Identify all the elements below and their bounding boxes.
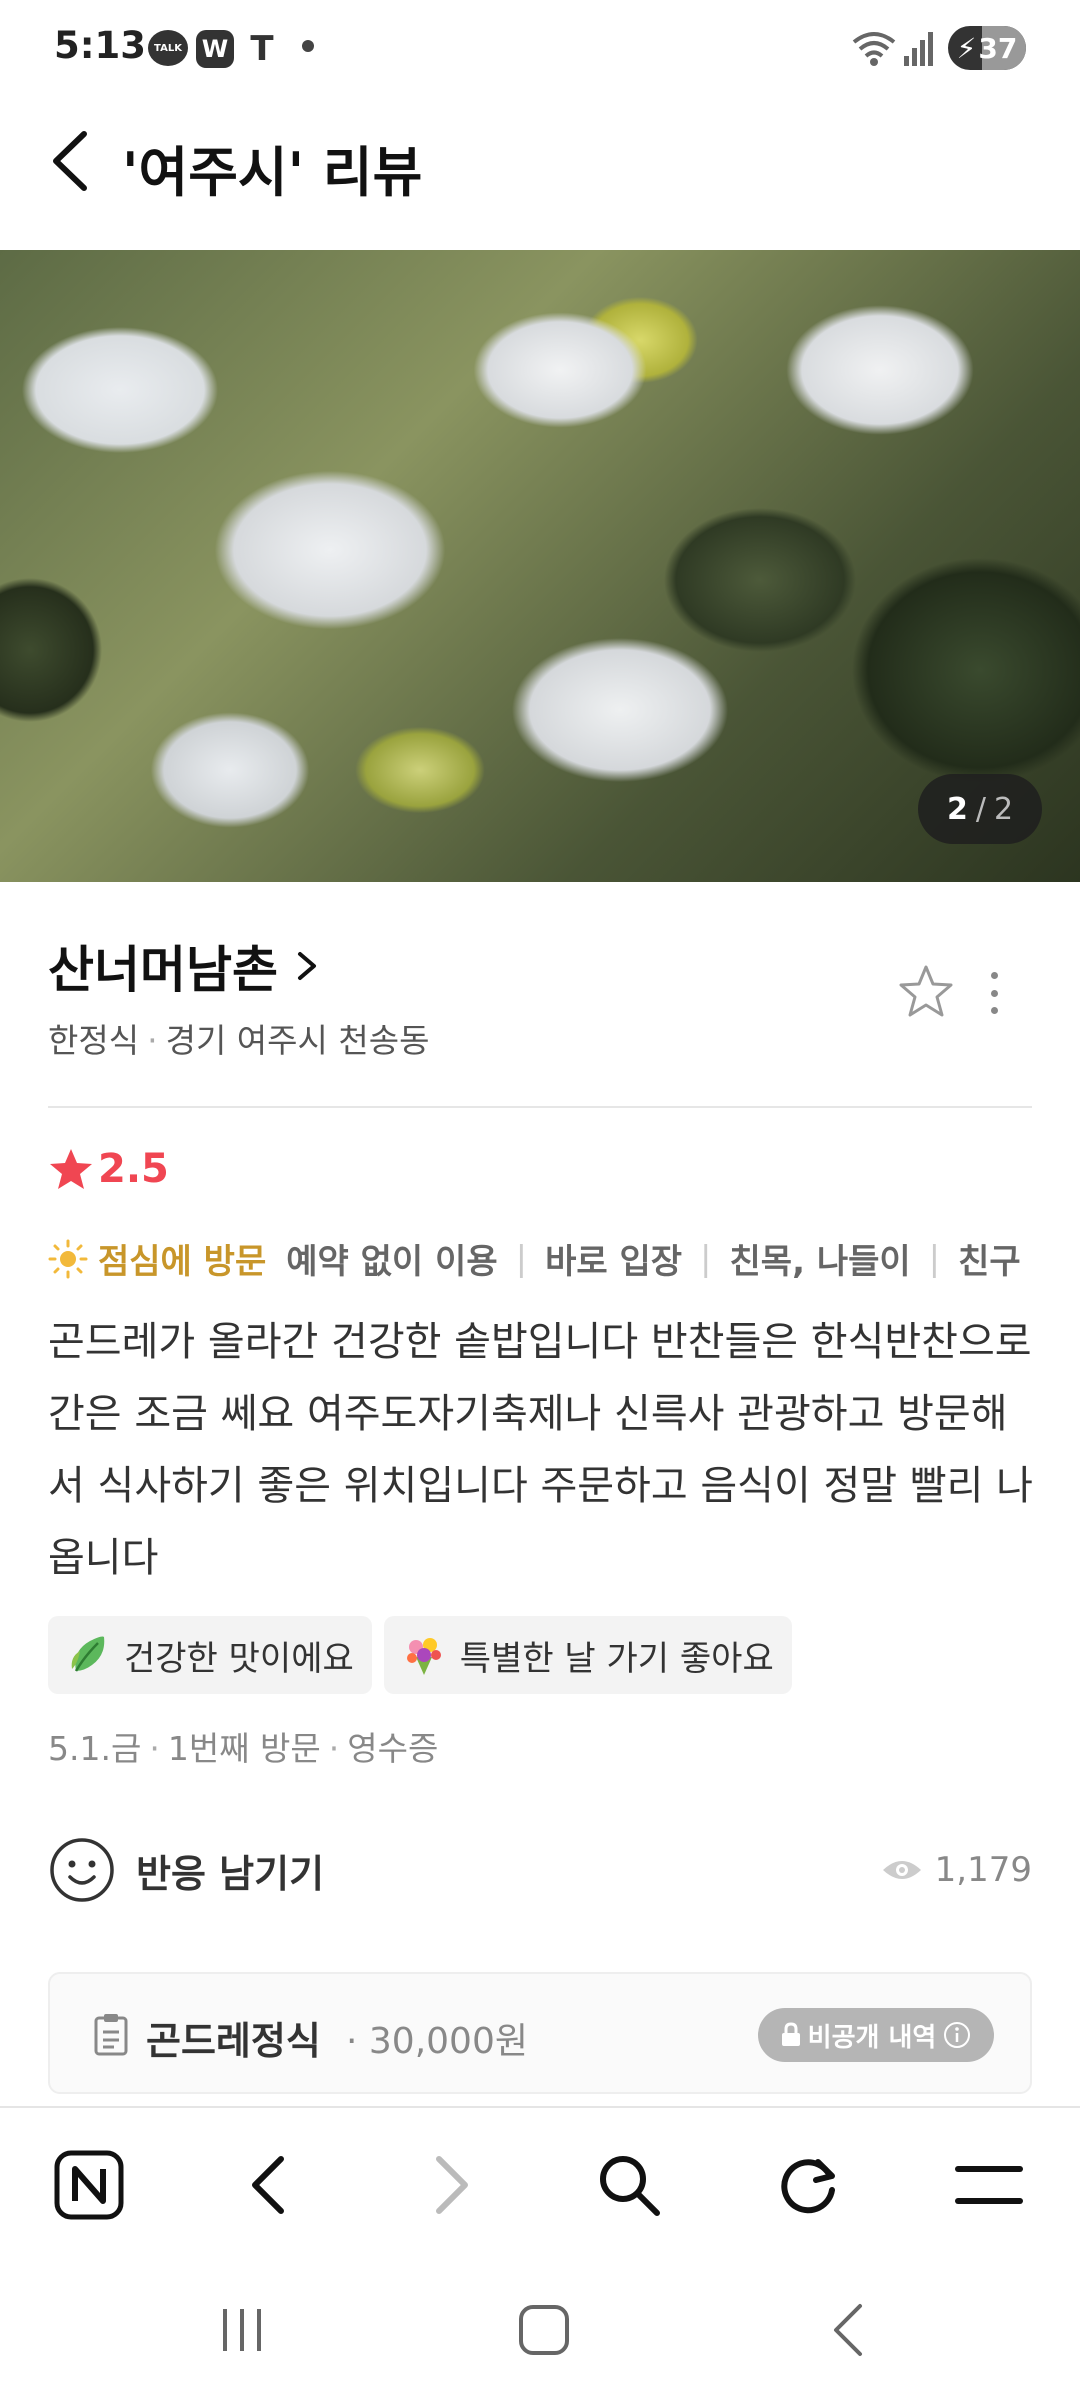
battery-level: 37 xyxy=(978,31,1018,65)
refresh-button[interactable] xyxy=(772,2148,846,2222)
wifi-icon xyxy=(852,32,896,66)
eye-icon xyxy=(882,1861,921,1879)
chevron-right-icon xyxy=(298,952,316,980)
lock-icon xyxy=(781,2022,800,2046)
visit-count: 1번째 방문 xyxy=(167,1729,321,1768)
status-bar: 5:13 TALK W T ⚡ 37 xyxy=(0,0,1080,96)
browser-toolbar xyxy=(0,2106,1080,2256)
status-time: 5:13 xyxy=(54,24,147,67)
smiley-icon xyxy=(50,1838,114,1902)
keyword-label: 특별한 날 가기 좋아요 xyxy=(459,1638,774,1679)
review-text: 곤드레가 올라간 건강한 솥밥입니다 반찬들은 한식반찬으로 간은 조금 쎄요 … xyxy=(48,1319,1033,1581)
w-app-icon: W xyxy=(196,30,234,68)
kakaotalk-icon: TALK xyxy=(148,30,188,66)
sun-icon xyxy=(48,1239,88,1278)
signal-icon xyxy=(904,32,933,66)
visit-info: 점심에 방문 예약 없이 이용 | 바로 입장 | 친목, 나들이 | 친구 xyxy=(48,1234,1021,1283)
recent-apps-icon xyxy=(223,2309,261,2351)
home-button[interactable] xyxy=(514,2300,574,2360)
photo-separator: / xyxy=(975,791,986,827)
ordered-menu: 곤드레정식 · 30,000원 비공개 내역 xyxy=(48,1972,1032,2094)
visit-time: 점심에 방문 xyxy=(98,1242,267,1282)
menu-button[interactable] xyxy=(952,2148,1026,2222)
place-name: 산너머남촌 xyxy=(48,941,278,999)
info-icon xyxy=(944,2022,971,2048)
keyword-label: 건강한 맛이에요 xyxy=(124,1638,354,1679)
visit-date: 5.1.금 xyxy=(48,1729,142,1768)
browser-forward-button[interactable] xyxy=(414,2148,488,2222)
view-count-value: 1,179 xyxy=(934,1850,1032,1890)
visit-meta: 5.1.금 · 1번째 방문 · 영수증 xyxy=(48,1729,439,1768)
private-label: 비공개 내역 xyxy=(807,2022,937,2053)
chevron-left-icon xyxy=(252,2156,284,2214)
review-photo[interactable]: 2 / 2 xyxy=(0,250,1080,882)
chevron-right-icon xyxy=(436,2156,468,2214)
hamburger-menu-icon xyxy=(955,2166,1023,2204)
keyword-chips: 건강한 맛이에요 특별한 날 가기 좋아요 xyxy=(48,1616,792,1694)
place-subinfo: 한정식 · 경기 여주시 천송동 xyxy=(48,1021,430,1060)
visit-tag: 친구 xyxy=(958,1242,1021,1282)
rating-value: 2.5 xyxy=(98,1146,169,1192)
save-place-button[interactable] xyxy=(896,962,956,1022)
place-location: 경기 여주시 천송동 xyxy=(165,1021,430,1060)
visit-tag: 친목, 나들이 xyxy=(729,1242,911,1282)
rating: 2.5 xyxy=(48,1146,169,1192)
clipboard-icon xyxy=(94,2014,128,2056)
photo-counter: 2 / 2 xyxy=(918,774,1042,844)
page-title: '여주시' 리뷰 xyxy=(122,141,423,204)
chevron-left-icon xyxy=(834,2304,862,2356)
t-app-icon: T xyxy=(250,29,274,69)
keyword-chip: 특별한 날 가기 좋아요 xyxy=(383,1616,792,1694)
divider xyxy=(48,1106,1032,1108)
recent-apps-button[interactable] xyxy=(212,2300,272,2360)
photo-current: 2 xyxy=(946,791,968,827)
menu-price-value: 30,000원 xyxy=(368,2021,528,2062)
system-back-button[interactable] xyxy=(818,2300,878,2360)
notification-dot-icon xyxy=(302,40,314,52)
menu-price: · 30,000원 xyxy=(346,2021,528,2062)
visit-proof: 영수증 xyxy=(347,1729,439,1768)
home-icon xyxy=(519,2305,569,2355)
visit-tag: 바로 입장 xyxy=(545,1242,683,1282)
refresh-icon xyxy=(781,2159,835,2214)
more-options-button[interactable] xyxy=(976,968,1012,1018)
keyword-chip: 건강한 맛이에요 xyxy=(48,1616,372,1694)
chevron-left-icon xyxy=(53,131,87,191)
battery-icon: ⚡ 37 xyxy=(948,26,1026,70)
search-button[interactable] xyxy=(592,2148,666,2222)
private-info-badge[interactable]: 비공개 내역 xyxy=(758,2008,994,2062)
back-button[interactable] xyxy=(44,126,104,196)
reaction-label: 반응 남기기 xyxy=(136,1851,325,1896)
naver-home-button[interactable] xyxy=(52,2148,126,2222)
photo-total: 2 xyxy=(993,791,1014,827)
search-icon xyxy=(600,2156,660,2216)
top-header: '여주시' 리뷰 xyxy=(0,110,1080,210)
view-count: 1,179 xyxy=(881,1850,1032,1890)
star-outline-icon xyxy=(899,965,953,1017)
browser-back-button[interactable] xyxy=(232,2148,306,2222)
system-navigation-bar xyxy=(0,2256,1080,2400)
menu-name: 곤드레정식 xyxy=(146,2019,321,2063)
bouquet-icon xyxy=(406,1638,441,1675)
leave-reaction-button[interactable]: 반응 남기기 xyxy=(48,1836,324,1904)
leaf-icon xyxy=(71,1636,105,1672)
place-category: 한정식 xyxy=(48,1021,140,1060)
visit-tag: 예약 없이 이용 xyxy=(286,1242,498,1282)
place-name-link[interactable]: 산너머남촌 xyxy=(48,930,320,1002)
naver-n-icon xyxy=(54,2150,124,2220)
star-filled-icon xyxy=(50,1149,92,1189)
